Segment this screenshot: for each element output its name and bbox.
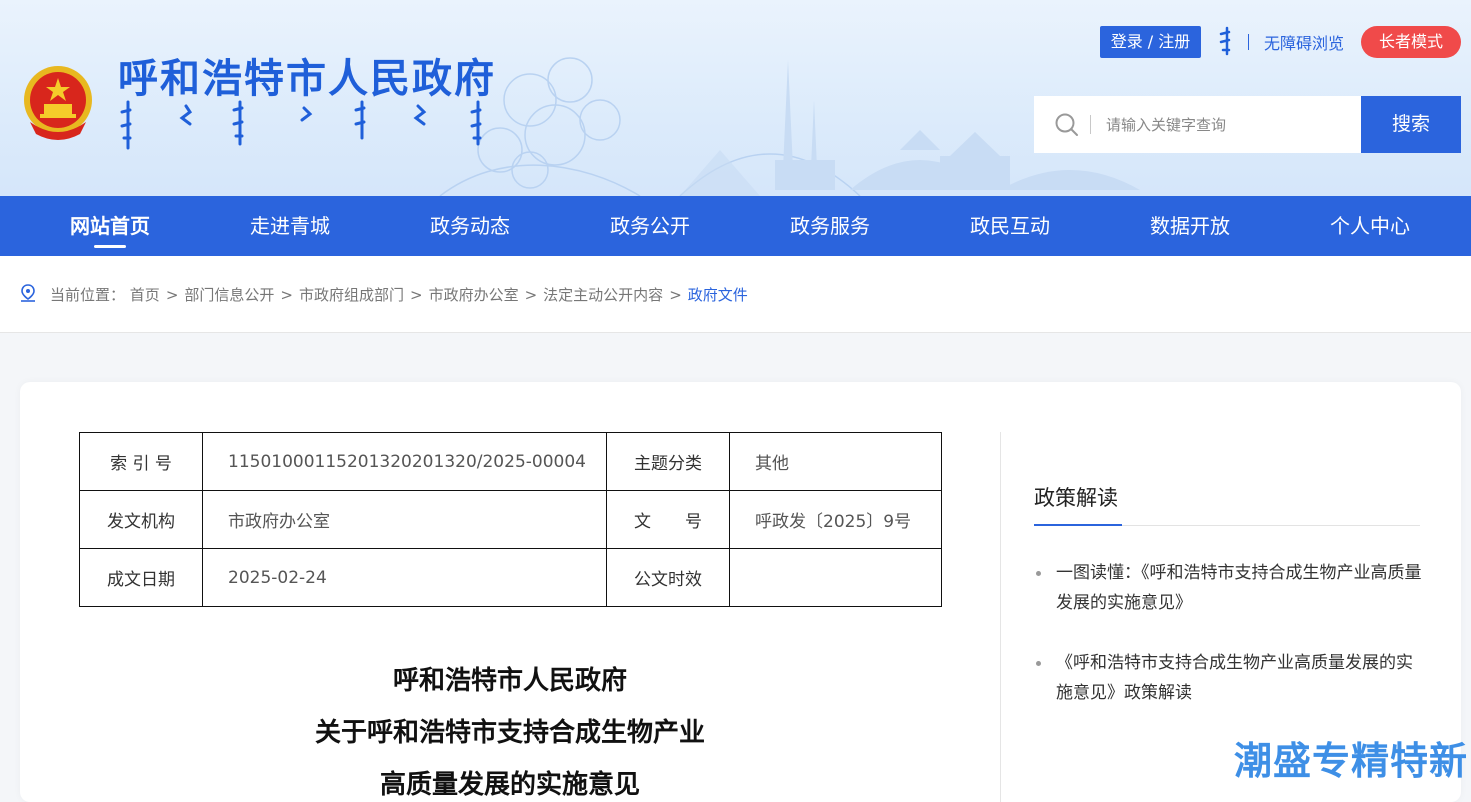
breadcrumb-separator: > (669, 286, 682, 304)
nav-item-gov-news[interactable]: 政务动态 (380, 196, 560, 256)
meta-value: 市政府办公室 (202, 490, 607, 549)
national-emblem-logo (24, 66, 92, 140)
search-box (1034, 96, 1361, 153)
nav-item-open-data[interactable]: 数据开放 (1100, 196, 1280, 256)
main-nav: 网站首页 走进青城 政务动态 政务公开 政务服务 政民互动 数据开放 个人中心 (0, 196, 1471, 256)
policy-link-text: 一图读懂：《呼和浩特市支持合成生物产业高质量发展的实施意见》 (1056, 563, 1422, 613)
policy-link[interactable]: 《呼和浩特市支持合成生物产业高质量发展的实施意见》政策解读 (1036, 648, 1422, 708)
breadcrumb-prefix: 当前位置： (50, 286, 126, 304)
document-title-line-1: 呼和浩特市人民政府 (392, 666, 627, 696)
table-row: 成文日期 2025-02-24 公文时效 (79, 548, 942, 607)
policy-link[interactable]: 一图读懂：《呼和浩特市支持合成生物产业高质量发展的实施意见》 (1036, 558, 1422, 618)
meta-value: 2025-02-24 (202, 548, 607, 607)
column-divider (1000, 432, 1001, 802)
nav-item-gov-services[interactable]: 政务服务 (740, 196, 920, 256)
bullet-dot (1036, 661, 1041, 666)
elder-mode-button[interactable]: 长者模式 (1361, 26, 1461, 58)
meta-value (729, 548, 942, 607)
login-register-button[interactable]: 登录 / 注册 (1100, 26, 1201, 58)
breadcrumb-gov-departments[interactable]: 市政府组成部门 (299, 286, 404, 304)
meta-label: 索 引 号 (79, 432, 203, 491)
header-divider (1248, 34, 1249, 50)
breadcrumb-gov-office[interactable]: 市政府办公室 (429, 286, 519, 304)
breadcrumb-home[interactable]: 首页 (130, 286, 160, 304)
mongolian-title-graphic (120, 100, 482, 150)
site-header: 呼和浩特市人民政府 登录 / 注册 无障碍浏览 长者模式 搜索 (0, 0, 1471, 196)
nav-item-label: 网站首页 (70, 214, 150, 238)
bullet-dot (1036, 571, 1041, 576)
policy-link-text: 《呼和浩特市支持合成生物产业高质量发展的实施意见》政策解读 (1056, 653, 1413, 703)
document-title-line-2: 关于呼和浩特市支持合成生物产业 (314, 718, 705, 748)
nav-active-indicator (94, 245, 126, 248)
breadcrumb-current[interactable]: 政府文件 (688, 286, 748, 304)
meta-value: 呼政发〔2025〕9号 (729, 490, 942, 549)
nav-item-interaction[interactable]: 政民互动 (920, 196, 1100, 256)
policy-interpretation-title: 政策解读 (1034, 486, 1118, 510)
search-button[interactable]: 搜索 (1361, 96, 1461, 153)
breadcrumb-separator: > (280, 286, 293, 304)
meta-value: 其他 (729, 432, 942, 491)
document-meta-table: 索 引 号 11501000115201320201320/2025-00004… (79, 432, 942, 607)
meta-label: 发文机构 (79, 490, 203, 549)
site-title: 呼和浩特市人民政府 (118, 56, 496, 102)
search-input[interactable] (1104, 104, 1348, 146)
breadcrumb-separator: > (524, 286, 538, 304)
document-title-line-3: 高质量发展的实施意见 (379, 770, 640, 800)
nav-item-home[interactable]: 网站首页 (20, 196, 200, 256)
breadcrumb-bar: 当前位置： 首页 > 部门信息公开 > 市政府组成部门 > 市政府办公室 > 法定主动公开内容 >… (0, 256, 1471, 333)
table-row: 索 引 号 11501000115201320201320/2025-00004… (79, 432, 942, 491)
meta-value: 11501000115201320201320/2025-00004 (202, 432, 607, 491)
location-pin-icon (21, 284, 35, 302)
meta-label: 主题分类 (606, 432, 730, 491)
search-icon (1055, 113, 1078, 136)
table-row: 发文机构 市政府办公室 文 号 呼政发〔2025〕9号 (79, 490, 942, 549)
breadcrumb-separator: > (165, 286, 179, 304)
watermark-text: 潮盛专精特新 (1234, 739, 1469, 783)
nav-item-gov-disclosure[interactable]: 政务公开 (560, 196, 740, 256)
meta-label: 文 号 (606, 490, 730, 549)
breadcrumb: 当前位置： 首页 > 部门信息公开 > 市政府组成部门 > 市政府办公室 > 法定主动公开内容 >… (50, 284, 748, 305)
search-divider (1090, 115, 1091, 134)
accessibility-link[interactable]: 无障碍浏览 (1264, 30, 1344, 54)
breadcrumb-legal-disclosure[interactable]: 法定主动公开内容 (543, 286, 663, 304)
side-title-underline (1034, 524, 1122, 526)
mongolian-language-icon[interactable] (1218, 26, 1236, 56)
nav-item-visit-city[interactable]: 走进青城 (200, 196, 380, 256)
breadcrumb-separator: > (410, 286, 423, 304)
nav-item-personal-center[interactable]: 个人中心 (1280, 196, 1460, 256)
meta-label: 成文日期 (79, 548, 203, 607)
meta-label: 公文时效 (606, 548, 730, 607)
breadcrumb-dept-info[interactable]: 部门信息公开 (184, 286, 274, 304)
